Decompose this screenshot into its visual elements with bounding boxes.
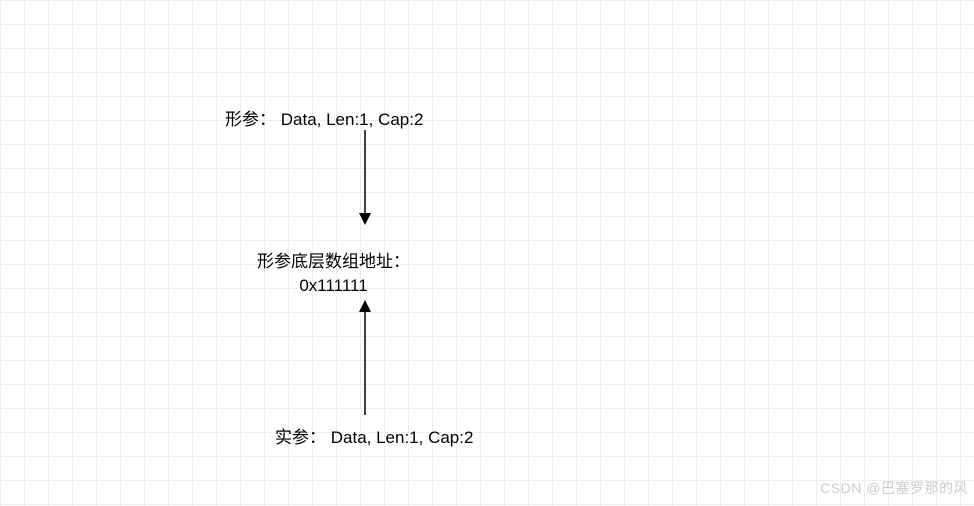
arrow-down-icon [355, 130, 375, 225]
formal-param-values: Data, Len:1, Cap:2 [281, 110, 424, 129]
diagram-content: 形参： Data, Len:1, Cap:2 形参底层数组地址： 0x11111… [0, 0, 974, 506]
actual-param-label: 实参： Data, Len:1, Cap:2 [275, 423, 473, 448]
formal-param-prefix: 形参： [225, 110, 276, 129]
array-address-line1: 形参底层数组地址： [257, 252, 410, 271]
array-address-label: 形参底层数组地址： 0x111111 [257, 247, 410, 296]
formal-param-label: 形参： Data, Len:1, Cap:2 [225, 105, 423, 130]
actual-param-values: Data, Len:1, Cap:2 [331, 428, 474, 447]
array-address-value: 0x111111 [257, 276, 410, 296]
arrow-up-icon [355, 300, 375, 415]
actual-param-prefix: 实参： [275, 428, 326, 447]
watermark-text: CSDN @巴塞罗那的风 [820, 478, 968, 498]
